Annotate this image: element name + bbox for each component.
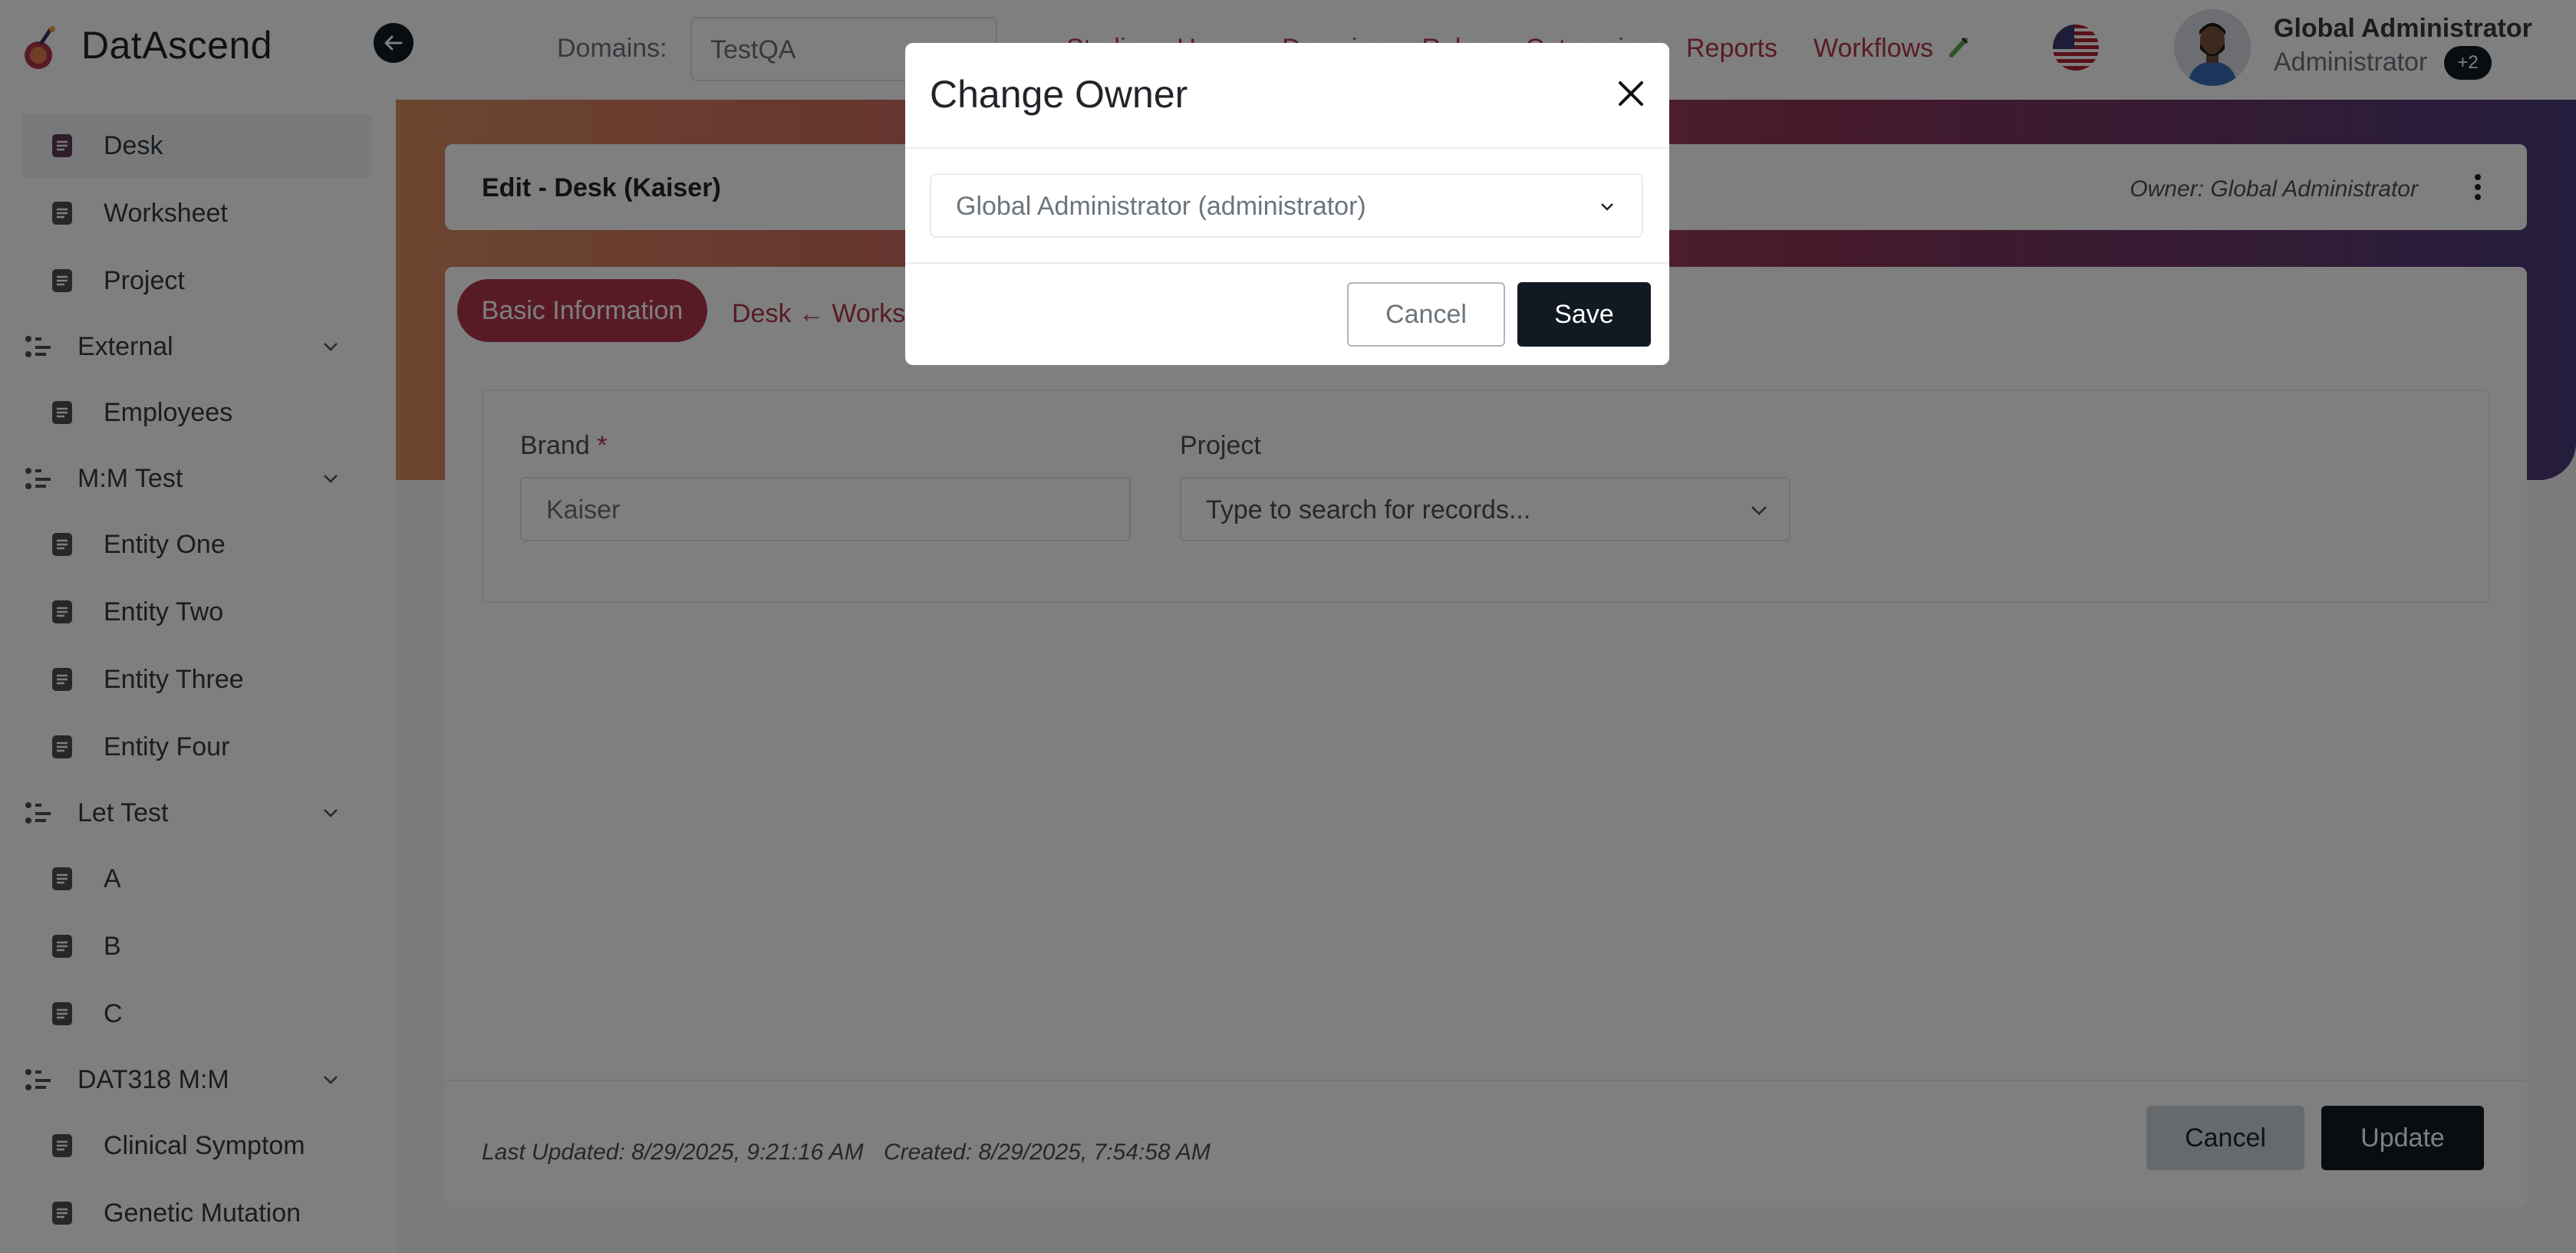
modal-cancel-button[interactable]: Cancel: [1347, 282, 1505, 347]
modal-divider: [905, 147, 1669, 149]
change-owner-modal: Change Owner Global Administrator (admin…: [905, 43, 1669, 365]
modal-divider: [905, 262, 1669, 264]
owner-select-value: Global Administrator (administrator): [956, 192, 1366, 221]
chevron-down-icon: [1601, 203, 1613, 211]
close-icon[interactable]: [1616, 78, 1646, 109]
owner-select[interactable]: Global Administrator (administrator): [930, 173, 1643, 238]
modal-title: Change Owner: [930, 73, 1188, 116]
modal-save-button[interactable]: Save: [1517, 282, 1651, 347]
